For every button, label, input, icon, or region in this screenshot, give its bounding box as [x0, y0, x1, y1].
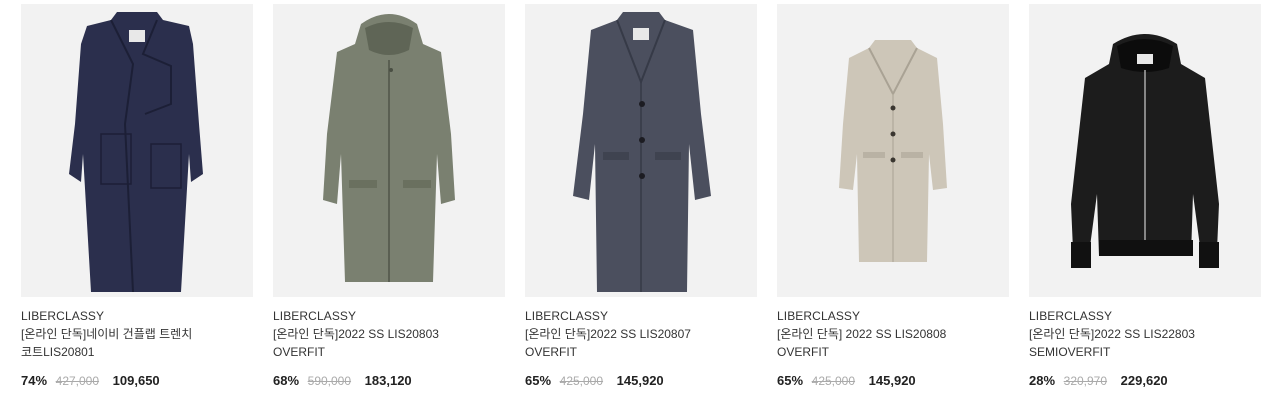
product-card[interactable]: LIBERCLASSY [온라인 단독]네이비 건플랩 트렌치 코트LIS208…: [21, 4, 253, 389]
sale-price: 183,120: [364, 373, 412, 388]
product-brand: LIBERCLASSY: [21, 309, 105, 323]
product-image[interactable]: [21, 4, 253, 297]
khaki-hooded-coat-icon: [323, 14, 455, 282]
grey-long-coat-icon: [573, 12, 711, 292]
product-name[interactable]: [온라인 단독] 2022 SS LIS20808 OVERFIT: [777, 325, 1009, 361]
product-grid: LIBERCLASSY [온라인 단독]네이비 건플랩 트렌치 코트LIS208…: [0, 0, 1264, 419]
beige-short-coat-icon: [839, 40, 947, 262]
original-price: 425,000: [811, 374, 856, 388]
product-name-line1: [온라인 단독] 2022 SS LIS20808: [777, 327, 947, 341]
product-card[interactable]: LIBERCLASSY [온라인 단독]2022 SS LIS22803 SEM…: [1029, 4, 1261, 389]
product-brand: LIBERCLASSY: [1029, 309, 1113, 323]
product-name-line1: [온라인 단독]2022 SS LIS20807: [525, 327, 691, 341]
product-brand: LIBERCLASSY: [525, 309, 609, 323]
price-row: 68% 590,000 183,120: [273, 373, 505, 389]
product-image[interactable]: [777, 4, 1009, 297]
sale-price: 229,620: [1120, 373, 1168, 388]
product-name[interactable]: [온라인 단독]2022 SS LIS22803 SEMIOVERFIT: [1029, 325, 1261, 361]
product-card[interactable]: LIBERCLASSY [온라인 단독]2022 SS LIS20803 OVE…: [273, 4, 505, 389]
sale-price: 145,920: [616, 373, 664, 388]
navy-trench-coat-icon: [69, 12, 203, 293]
original-price: 320,970: [1063, 374, 1108, 388]
product-image[interactable]: [525, 4, 757, 297]
product-name-line2: OVERFIT: [525, 345, 578, 359]
sale-price: 145,920: [868, 373, 916, 388]
product-name[interactable]: [온라인 단독]2022 SS LIS20803 OVERFIT: [273, 325, 505, 361]
product-name-line2: OVERFIT: [777, 345, 830, 359]
discount-rate: 65%: [777, 373, 804, 388]
product-name-line2: 코트LIS20801: [21, 345, 95, 359]
original-price: 590,000: [307, 374, 352, 388]
product-name-line2: OVERFIT: [273, 345, 326, 359]
sale-price: 109,650: [112, 373, 160, 388]
product-image[interactable]: [1029, 4, 1261, 297]
product-brand: LIBERCLASSY: [777, 309, 861, 323]
discount-rate: 68%: [273, 373, 300, 388]
product-name[interactable]: [온라인 단독]네이비 건플랩 트렌치 코트LIS20801: [21, 325, 253, 361]
product-card[interactable]: LIBERCLASSY [온라인 단독]2022 SS LIS20807 OVE…: [525, 4, 757, 389]
price-row: 28% 320,970 229,620: [1029, 373, 1261, 389]
product-name-line1: [온라인 단독]네이비 건플랩 트렌치: [21, 327, 193, 341]
price-row: 74% 427,000 109,650: [21, 373, 253, 389]
price-row: 65% 425,000 145,920: [525, 373, 757, 389]
discount-rate: 65%: [525, 373, 552, 388]
product-name[interactable]: [온라인 단독]2022 SS LIS20807 OVERFIT: [525, 325, 757, 361]
product-name-line2: SEMIOVERFIT: [1029, 345, 1111, 359]
black-hooded-bomber-icon: [1071, 34, 1219, 268]
original-price: 427,000: [55, 374, 100, 388]
price-row: 65% 425,000 145,920: [777, 373, 1009, 389]
discount-rate: 74%: [21, 373, 48, 388]
product-card[interactable]: LIBERCLASSY [온라인 단독] 2022 SS LIS20808 OV…: [777, 4, 1009, 389]
product-name-line1: [온라인 단독]2022 SS LIS22803: [1029, 327, 1195, 341]
original-price: 425,000: [559, 374, 604, 388]
product-name-line1: [온라인 단독]2022 SS LIS20803: [273, 327, 439, 341]
product-image[interactable]: [273, 4, 505, 297]
product-brand: LIBERCLASSY: [273, 309, 357, 323]
discount-rate: 28%: [1029, 373, 1056, 388]
